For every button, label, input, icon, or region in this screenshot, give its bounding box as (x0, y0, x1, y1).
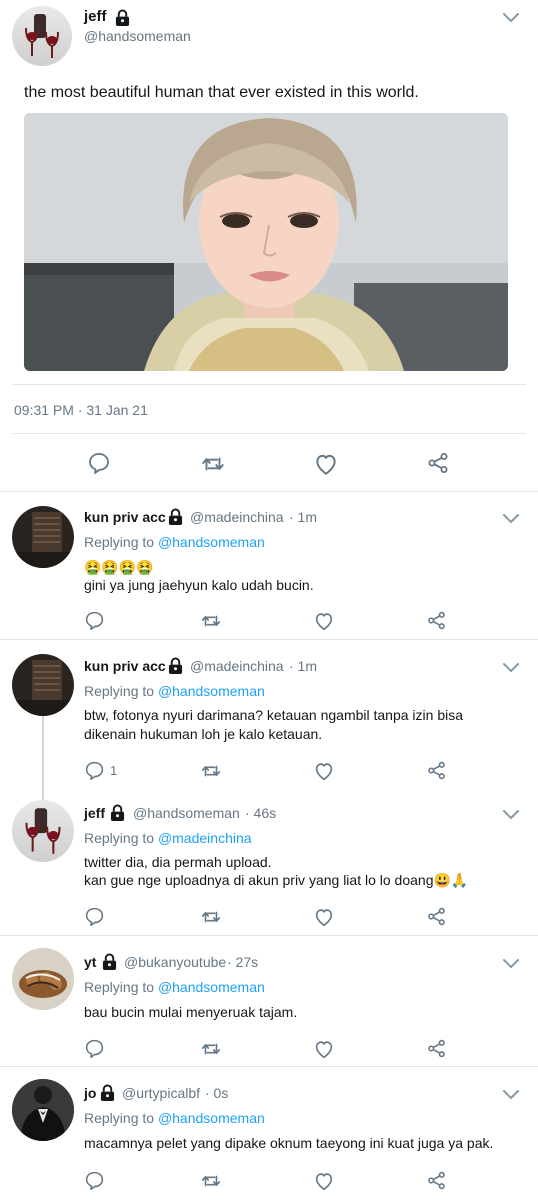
author-name[interactable]: jeff (84, 805, 105, 821)
reply-icon[interactable] (87, 451, 111, 475)
lock-icon (168, 508, 183, 525)
chevron-down-icon[interactable] (502, 1089, 520, 1101)
replying-to-label: Replying to (84, 534, 155, 550)
heart-icon[interactable] (313, 906, 335, 928)
avatar[interactable] (12, 948, 74, 1010)
author-handle[interactable]: @urtypicalbf (122, 1085, 200, 1101)
reply-tweet[interactable]: kun priv acc @madeinchina · 1m Replying … (0, 640, 538, 786)
main-tweet: jeff @handsomeman the most beautiful hum… (0, 0, 538, 490)
avatar[interactable] (12, 6, 72, 66)
divider (12, 384, 526, 385)
reply-icon[interactable] (84, 760, 105, 781)
heart-icon[interactable] (313, 1038, 335, 1060)
reply-text-line: kan gue nge uploadnya di akun priv yang … (84, 872, 469, 888)
tweet-timestamp: 09:31 PM · 31 Jan 21 (14, 402, 148, 418)
reply-time: · 1m (289, 509, 317, 525)
author-handle[interactable]: @handsomeman (84, 28, 191, 44)
reply-tweet[interactable]: yt @bukanyoutube · 27s Replying to @hand… (0, 936, 538, 1066)
heart-icon[interactable] (313, 610, 335, 632)
replying-to: Replying to @handsomeman (84, 979, 265, 995)
reply-text: gini ya jung jaehyun kalo udah bucin. (84, 577, 314, 593)
lock-icon (110, 804, 125, 821)
replying-to-handle[interactable]: @handsomeman (158, 683, 265, 699)
replying-to-label: Replying to (84, 979, 155, 995)
author-name[interactable]: yt (84, 954, 96, 970)
reply-tweet[interactable]: jo @urtypicalbf · 0s Replying to @handso… (0, 1067, 538, 1200)
author-name[interactable]: jo (84, 1085, 96, 1101)
reply-icon[interactable] (84, 610, 105, 631)
reply-text-line: twitter dia, dia permah upload. (84, 854, 272, 870)
share-icon[interactable] (426, 760, 447, 781)
retweet-icon[interactable] (200, 451, 226, 477)
lock-icon (102, 953, 117, 970)
chevron-down-icon[interactable] (502, 662, 520, 674)
heart-icon[interactable] (313, 451, 339, 477)
replying-to-label: Replying to (84, 1110, 155, 1126)
reply-time: · 27s (227, 954, 259, 970)
replying-to-handle[interactable]: @handsomeman (158, 534, 265, 550)
avatar[interactable] (12, 800, 74, 862)
author-name[interactable]: kun priv acc (84, 658, 166, 674)
chevron-down-icon[interactable] (502, 513, 520, 525)
author-name[interactable]: jeff (84, 8, 107, 25)
share-icon[interactable] (426, 610, 447, 631)
replying-to-label: Replying to (84, 683, 155, 699)
reply-time: · 0s (205, 1085, 229, 1101)
retweet-icon[interactable] (200, 610, 222, 632)
retweet-icon[interactable] (200, 1170, 222, 1192)
replying-to: Replying to @handsomeman (84, 534, 265, 550)
lock-icon (168, 657, 183, 674)
reply-tweet[interactable]: kun priv acc @madeinchina · 1m Replying … (0, 492, 538, 638)
lock-icon (115, 9, 130, 26)
lock-icon (100, 1084, 115, 1101)
reply-text: macamnya pelet yang dipake oknum taeyong… (84, 1135, 494, 1151)
reply-icon[interactable] (84, 1038, 105, 1059)
reply-count: 1 (110, 763, 118, 778)
tweet-photo[interactable] (24, 113, 508, 371)
heart-icon[interactable] (313, 1170, 335, 1192)
retweet-icon[interactable] (200, 1038, 222, 1060)
tweet-text: the most beautiful human that ever exist… (24, 84, 419, 101)
reply-icon[interactable] (84, 1170, 105, 1191)
replying-to-handle[interactable]: @handsomeman (158, 1110, 265, 1126)
replying-to-handle[interactable]: @madeinchina (158, 830, 252, 846)
reply-icon[interactable] (84, 906, 105, 927)
reply-text: btw, fotonya nyuri darimana? ketauan nga… (84, 707, 464, 742)
reply-time: · 1m (289, 658, 317, 674)
reply-tweet[interactable]: jeff @handsomeman · 46s Replying to @mad… (0, 788, 538, 934)
replying-to: Replying to @madeinchina (84, 830, 252, 846)
avatar[interactable] (12, 1079, 74, 1141)
author-handle[interactable]: @madeinchina (190, 658, 284, 674)
avatar[interactable] (12, 506, 74, 568)
retweet-icon[interactable] (200, 760, 222, 782)
avatar[interactable] (12, 654, 74, 716)
chevron-down-icon[interactable] (502, 809, 520, 821)
replying-to-handle[interactable]: @handsomeman (158, 979, 265, 995)
replying-to: Replying to @handsomeman (84, 1110, 265, 1126)
share-icon[interactable] (426, 451, 450, 475)
share-icon[interactable] (426, 1170, 447, 1191)
author-handle[interactable]: @madeinchina (190, 509, 284, 525)
replying-to-label: Replying to (84, 830, 155, 846)
author-name[interactable]: kun priv acc (84, 509, 166, 525)
share-icon[interactable] (426, 1038, 447, 1059)
reply-text: bau bucin mulai menyeruak tajam. (84, 1004, 298, 1020)
chevron-down-icon[interactable] (502, 958, 520, 970)
author-handle[interactable]: @bukanyoutube (124, 954, 226, 970)
reply-time: · 46s (245, 805, 277, 821)
replying-to: Replying to @handsomeman (84, 683, 265, 699)
reply-emoji: 🤮🤮🤮🤮 (84, 559, 154, 575)
divider (12, 433, 526, 434)
retweet-icon[interactable] (200, 906, 222, 928)
author-handle[interactable]: @handsomeman (133, 805, 240, 821)
chevron-down-icon[interactable] (502, 12, 520, 24)
share-icon[interactable] (426, 906, 447, 927)
heart-icon[interactable] (313, 760, 335, 782)
